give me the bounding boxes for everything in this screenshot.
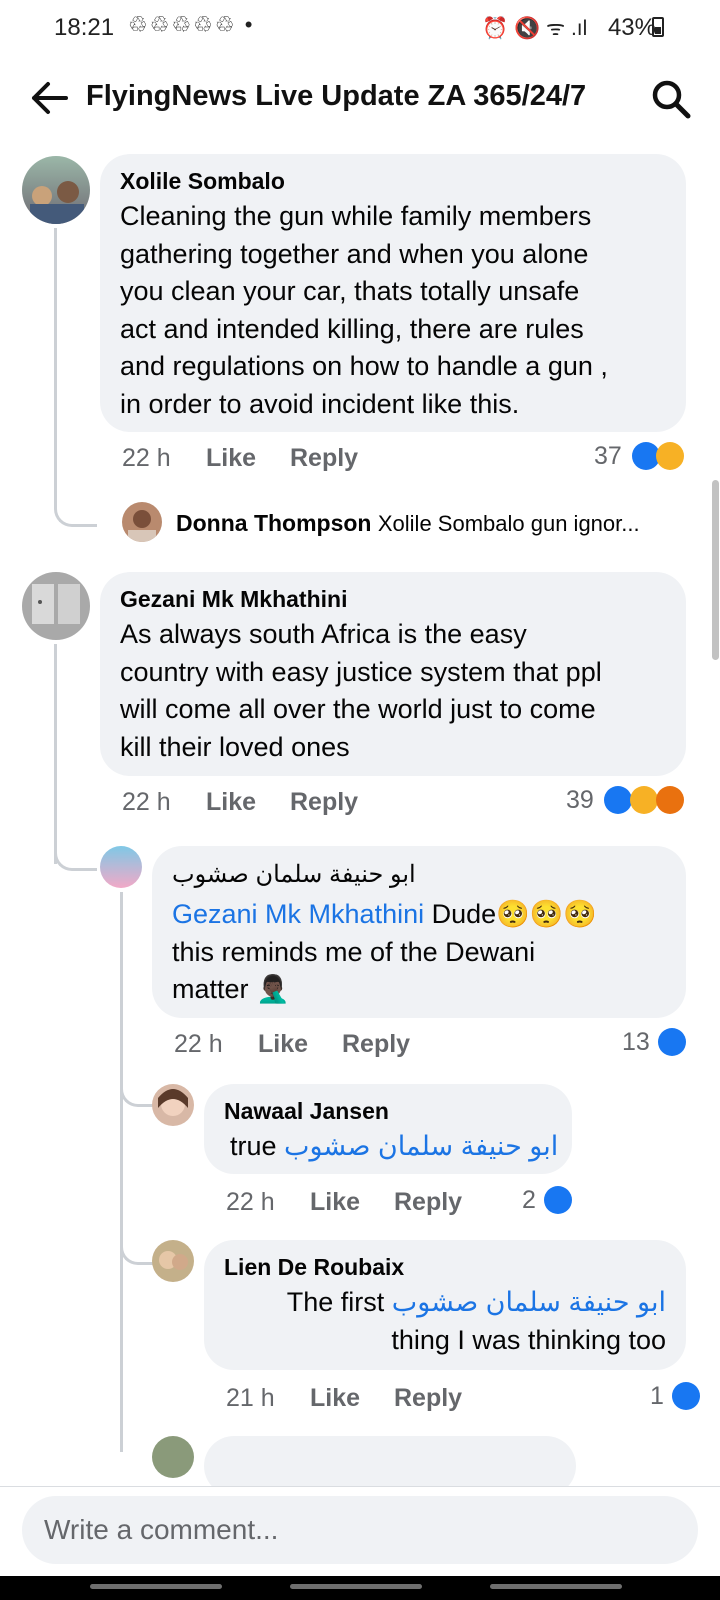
avatar[interactable] (152, 1436, 194, 1478)
comment-time: 21 h (226, 1384, 275, 1412)
like-button[interactable]: Like (258, 1030, 308, 1059)
battery-icon (652, 17, 664, 37)
comment-author[interactable]: Gezani Mk Mkhathini (120, 586, 347, 613)
avatar[interactable] (122, 502, 162, 542)
comment-time: 22 h (226, 1188, 275, 1216)
scrollbar[interactable] (712, 480, 719, 660)
thread-curve (120, 1076, 153, 1107)
reaction-count[interactable]: 13 (622, 1028, 650, 1057)
reply-button[interactable]: Reply (290, 444, 358, 473)
search-icon[interactable] (650, 78, 692, 120)
back-button[interactable] (490, 1584, 622, 1589)
comment-time: 22 h (122, 444, 171, 472)
page-title: FlyingNews Live Update ZA 365/24/7 (86, 80, 587, 112)
reaction-count[interactable]: 39 (566, 786, 594, 815)
reaction-count[interactable]: 2 (522, 1186, 536, 1215)
like-reaction-icon (604, 786, 632, 814)
avatar[interactable] (152, 1084, 194, 1126)
avatar[interactable] (22, 156, 90, 224)
battery-percent: 43% (607, 14, 656, 41)
like-button[interactable]: Like (310, 1188, 360, 1217)
status-time: 18:21 (54, 14, 115, 41)
comment-bubble: Gezani Mk Mkhathini As always south Afri… (100, 572, 686, 776)
avatar[interactable] (22, 572, 90, 640)
comment-bubble: Nawaal Jansen true ابو حنيفة سلمان صشوب (204, 1084, 572, 1174)
comment-time: 22 h (174, 1030, 223, 1058)
comment-author[interactable]: Xolile Sombalo (120, 168, 285, 195)
comment-text: Cleaning the gun while family members ga… (120, 201, 608, 419)
comment-bubble: Xolile Sombalo Cleaning the gun while fa… (100, 154, 686, 432)
like-reaction-icon (544, 1186, 572, 1214)
recent-apps-button[interactable] (90, 1584, 222, 1589)
comment-text: true ابو حنيفة سلمان صشوب (230, 1131, 559, 1161)
comment-author[interactable]: Nawaal Jansen (224, 1098, 389, 1125)
reaction-count[interactable]: 37 (594, 442, 622, 471)
comment-input[interactable]: Write a comment... (22, 1496, 698, 1564)
mention-link[interactable]: Gezani Mk Mkhathini (172, 899, 424, 929)
back-arrow-icon[interactable] (30, 80, 70, 116)
reply-preview: Xolile Sombalo gun ignor... (377, 511, 640, 536)
like-button[interactable]: Like (206, 444, 256, 473)
like-reaction-icon (658, 1028, 686, 1056)
reply-button[interactable]: Reply (342, 1030, 410, 1059)
like-button[interactable]: Like (310, 1384, 360, 1413)
comment-time: 22 h (122, 788, 171, 816)
thread-curve (54, 840, 97, 871)
thread-curve (120, 1234, 153, 1265)
collapsed-reply[interactable]: Donna Thompson Xolile Sombalo gun ignor.… (176, 510, 640, 537)
comment-text: The first ابو حنيفة سلمان صشوب thing I w… (286, 1287, 666, 1355)
comment-text: As always south Africa is the easy count… (120, 619, 602, 762)
comment-author[interactable]: Lien De Roubaix (224, 1254, 404, 1281)
reply-button[interactable]: Reply (290, 788, 358, 817)
care-reaction-icon (656, 442, 684, 470)
like-button[interactable]: Like (206, 788, 256, 817)
mention-link[interactable]: ابو حنيفة سلمان صشوب (284, 1131, 558, 1161)
sad-reaction-icon (630, 786, 658, 814)
reply-author[interactable]: Donna Thompson (176, 510, 371, 536)
reaction-count[interactable]: 1 (650, 1382, 664, 1411)
comment-bubble: Lien De Roubaix The first ابو حنيفة سلما… (204, 1240, 686, 1370)
comment-placeholder: Write a comment... (44, 1514, 279, 1545)
thread-line (54, 228, 57, 508)
comment-text: Gezani Mk Mkhathini Dude🥺🥺🥺 this reminds… (172, 899, 598, 1004)
reply-button[interactable]: Reply (394, 1384, 462, 1413)
thread-curve (54, 488, 97, 527)
avatar[interactable] (152, 1240, 194, 1282)
system-status-icons: ⏰ 🔇 ᯤ .ıl (482, 17, 588, 40)
mention-link[interactable]: ابو حنيفة سلمان صشوب (392, 1287, 666, 1317)
reply-button[interactable]: Reply (394, 1188, 462, 1217)
thread-line (54, 644, 57, 864)
like-reaction-icon (672, 1382, 700, 1410)
status-bar: 18:21 ♲♲♲♲♲ • ⏰ 🔇 ᯤ .ıl 43% (0, 0, 720, 56)
comment-author[interactable]: ابو حنيفة سلمان صشوب (172, 860, 416, 889)
comment-bubble: ابو حنيفة سلمان صشوب Gezani Mk Mkhathini… (152, 846, 686, 1018)
avatar[interactable] (100, 846, 142, 888)
home-button[interactable] (290, 1584, 422, 1589)
thread-line (120, 892, 123, 1452)
angry-reaction-icon (656, 786, 684, 814)
notification-icons: ♲♲♲♲♲ • (128, 12, 255, 37)
